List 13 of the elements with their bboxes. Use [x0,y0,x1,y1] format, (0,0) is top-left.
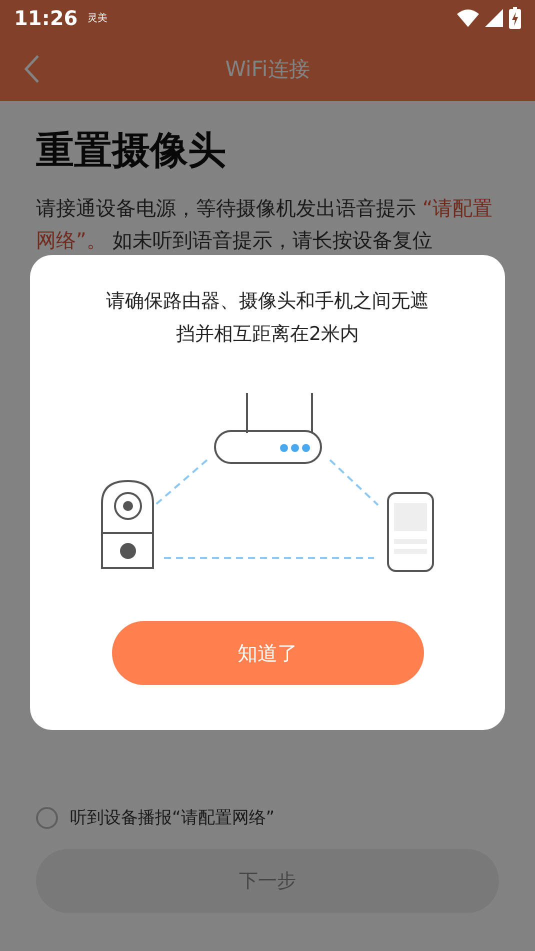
dialog-message: 请确保路由器、摄像头和手机之间无遮挡并相互距离在2米内 [105,289,430,347]
confirm-label[interactable]: 听到设备播报“请配置网络” [70,806,275,829]
header-title: WiFi连接 [225,56,310,82]
wifi-icon [457,9,479,27]
instruction-text: 请接通设备电源，等待摄像机发出语音提示 “请配置网络”。 如未听到语音提示，请长按设备复位 [36,195,494,254]
back-icon[interactable] [24,54,40,84]
confirm-radio[interactable] [36,806,58,828]
page-title: 重置摄像头 [36,127,227,174]
status-time: 11:26 [14,6,78,30]
got-it-button[interactable]: 知道了 [112,621,424,685]
notification-text: 灵美 [88,12,108,25]
battery-icon [509,7,521,29]
signal-icon [485,9,503,27]
